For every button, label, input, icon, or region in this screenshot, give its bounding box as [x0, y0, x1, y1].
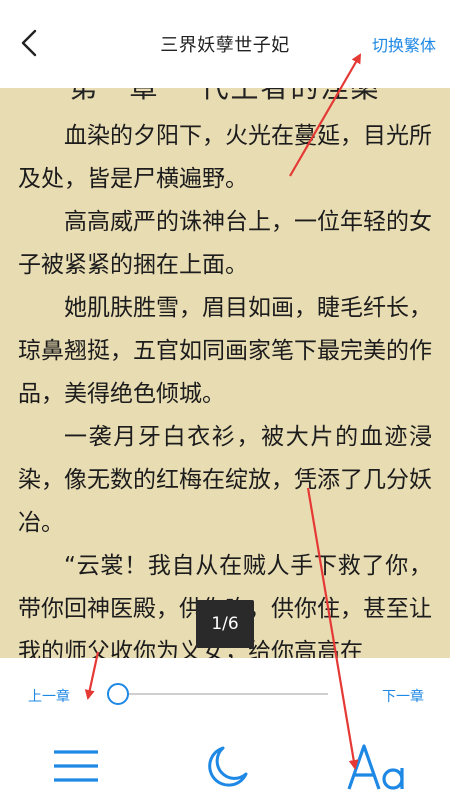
paragraph: 血染的夕阳下，火光在蔓延，目光所及处，皆是尸横遍野。 [18, 123, 432, 192]
previous-chapter-button[interactable]: 上一章 [28, 686, 70, 706]
top-bar: 三界妖孽世子妃 切换繁体 [0, 0, 450, 88]
progress-slider-thumb[interactable] [107, 683, 129, 705]
moon-icon [208, 746, 248, 787]
paragraph: 一袭月牙白衣衫，被大片的血迹浸染，像无数的红梅在绽放，凭添了几分妖冶。 [18, 424, 432, 536]
night-mode-button[interactable] [203, 744, 249, 794]
progress-slider-track[interactable] [110, 693, 328, 695]
switch-traditional-button[interactable]: 切换繁体 [372, 32, 436, 56]
reader-controls-panel: 上一章 下一章 [0, 658, 450, 801]
table-of-contents-button[interactable] [52, 746, 100, 790]
menu-icon [54, 750, 98, 782]
paragraph: 她肌肤胜雪，眉目如画，睫毛纤长，琼鼻翘挺，五官如同画家笔下最完美的作品，美得绝色… [18, 295, 432, 407]
page-indicator: 1/6 [196, 600, 254, 648]
font-settings-button[interactable] [346, 742, 408, 796]
chapter-heading: 第一章 一代王者的涅槃 [0, 88, 450, 106]
font-size-icon [347, 744, 404, 790]
reading-area[interactable]: 第一章 一代王者的涅槃 血染的夕阳下，火光在蔓延，目光所及处，皆是尸横遍野。 高… [0, 88, 450, 658]
next-chapter-button[interactable]: 下一章 [382, 686, 424, 706]
paragraph: 高高威严的诛神台上，一位年轻的女子被紧紧的捆在上面。 [18, 209, 432, 278]
